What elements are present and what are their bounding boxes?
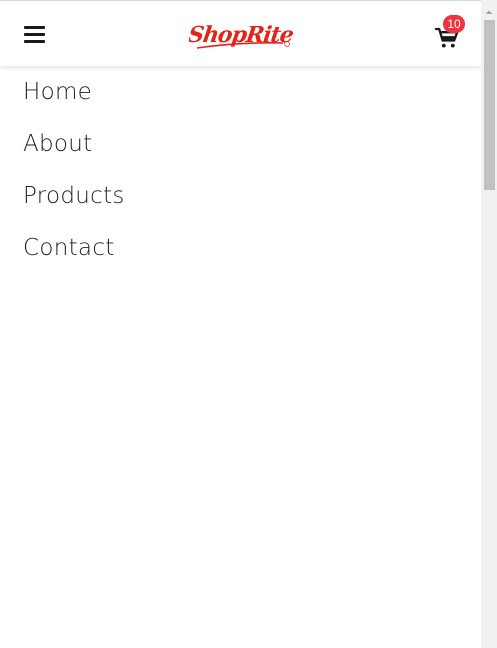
nav-link-about[interactable]: About [23,131,93,157]
scrollbar-thumb[interactable] [484,20,495,190]
site-header: ShopRite 10 [0,4,481,66]
shoprite-logo[interactable]: ShopRite [189,15,295,55]
nav-link-contact[interactable]: Contact [23,235,115,261]
nav-link-home[interactable]: Home [23,79,92,105]
page-viewport: ShopRite 10 Home About Products Contact [0,0,481,648]
nav-item-products: Products [23,170,125,222]
cart-count-badge: 10 [443,15,465,33]
main-nav-menu: Home About Products Contact [23,66,125,274]
nav-item-contact: Contact [23,222,125,274]
nav-item-about: About [23,118,125,170]
scroll-up-arrow-icon[interactable] [481,4,497,20]
nav-item-home: Home [23,66,125,118]
hamburger-menu-icon[interactable] [22,22,48,48]
nav-link-products[interactable]: Products [23,183,125,209]
